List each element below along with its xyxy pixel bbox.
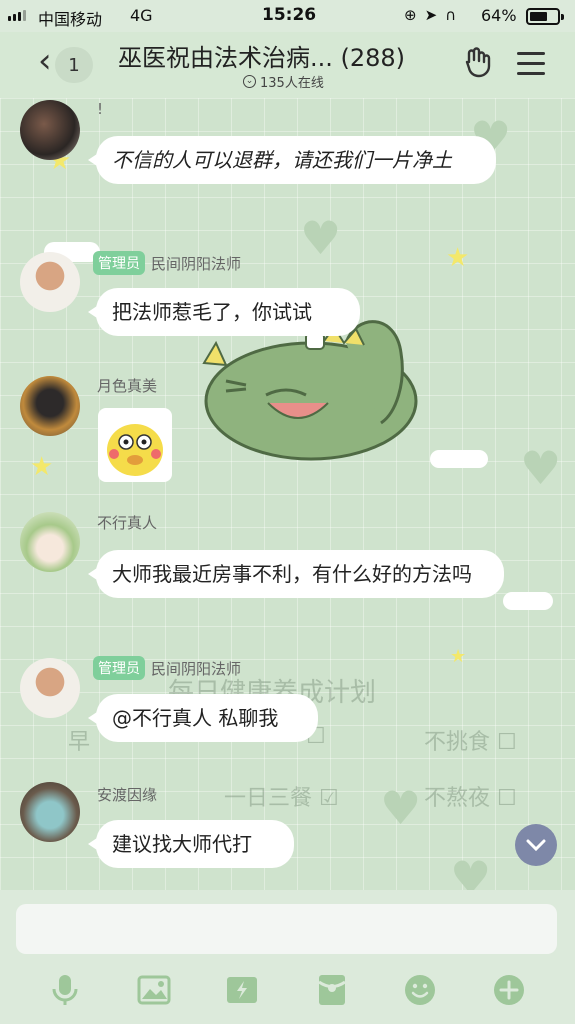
heart-decoration-icon: ♥ [380, 781, 422, 835]
plus-icon[interactable] [491, 972, 527, 1008]
avatar[interactable] [20, 512, 80, 572]
sticker-image[interactable] [98, 408, 172, 482]
group-title[interactable]: 巫医祝由法术治病... (288) [118, 38, 438, 73]
clock: 15:26 [262, 5, 317, 25]
sender-name[interactable]: 不行真人 [97, 512, 157, 533]
star-decoration-icon: ★ [446, 243, 470, 273]
emoji-icon[interactable] [402, 972, 438, 1008]
chat-header: ‹ 1 巫医祝由法术治病... (288) ⌄ 135人在线 [0, 32, 575, 98]
watermark-item: 不熬夜 ☐ [424, 786, 517, 811]
carrier-label: 中国移动 [38, 10, 103, 29]
red-packet-icon[interactable] [314, 972, 350, 1008]
microphone-icon[interactable] [47, 972, 83, 1008]
online-count-label: 135人在线 [260, 76, 324, 91]
sender-name[interactable]: 安渡因缘 [97, 784, 157, 805]
message-input[interactable] [16, 904, 557, 954]
status-bar: 中国移动 4G 15:26 ⊕ ➤ ∩ 64% [0, 0, 575, 32]
heart-decoration-icon: ♥ [520, 441, 562, 495]
cloud-decoration [503, 592, 553, 610]
headphones-icon: ∩ [445, 6, 457, 24]
unread-count-badge[interactable]: 1 [55, 47, 93, 83]
chevron-down-icon [526, 839, 546, 851]
watermark-item: 一日三餐 ☑ [224, 786, 339, 811]
heart-decoration-icon: ♥ [450, 851, 492, 890]
signal-icon [8, 10, 26, 21]
chevron-down-icon: ⌄ [243, 75, 256, 88]
message-bubble[interactable]: 把法师惹毛了，你试试 [88, 288, 360, 336]
image-icon[interactable] [136, 972, 172, 1008]
admin-badge: 管理员 [93, 656, 145, 680]
message-list[interactable]: ♥ ♥ ♥ ♥ ♥ ★ ★ ★ ★ 每日健康养成计划 早 不挑食 ☐ 一日三餐 … [0, 98, 575, 890]
menu-icon[interactable] [517, 52, 545, 82]
network-label: 4G [130, 6, 153, 25]
star-decoration-icon: ★ [30, 452, 54, 482]
scroll-to-bottom-button[interactable] [515, 824, 557, 866]
sender-name[interactable]: 民间阴阳法师 [151, 658, 241, 679]
battery-icon [526, 8, 564, 25]
avatar[interactable] [20, 376, 80, 436]
watermark-item: 不挑食 ☐ [424, 730, 517, 755]
sender-name[interactable]: 月色真美 [97, 375, 157, 396]
flash-icon[interactable] [224, 972, 260, 1008]
online-count[interactable]: ⌄ 135人在线 [243, 72, 324, 91]
avatar[interactable] [20, 252, 80, 312]
avatar[interactable] [20, 782, 80, 842]
watermark-item: 早 [68, 730, 91, 755]
battery-percent: 64% [481, 6, 517, 25]
message-bubble[interactable]: @不行真人 私聊我 [88, 694, 318, 742]
message-bubble[interactable]: 大师我最近房事不利，有什么好的方法吗 [88, 550, 504, 598]
rotation-lock-icon: ⊕ [404, 6, 417, 24]
avatar[interactable] [20, 100, 80, 160]
message-bubble[interactable]: 不信的人可以退群，请还我们一片净土 [88, 136, 496, 184]
hand-gesture-icon[interactable] [462, 46, 494, 78]
sender-name[interactable]: ! [97, 100, 103, 118]
star-decoration-icon: ★ [450, 646, 467, 667]
admin-badge: 管理员 [93, 251, 145, 275]
sender-name[interactable]: 民间阴阳法师 [151, 253, 241, 274]
location-icon: ➤ [424, 6, 438, 24]
heart-decoration-icon: ♥ [300, 211, 342, 265]
back-chevron-icon[interactable]: ‹ [38, 44, 52, 78]
cloud-decoration [430, 450, 488, 468]
avatar[interactable] [20, 658, 80, 718]
input-bar [0, 890, 575, 1024]
message-bubble[interactable]: 建议找大师代打 [88, 820, 294, 868]
